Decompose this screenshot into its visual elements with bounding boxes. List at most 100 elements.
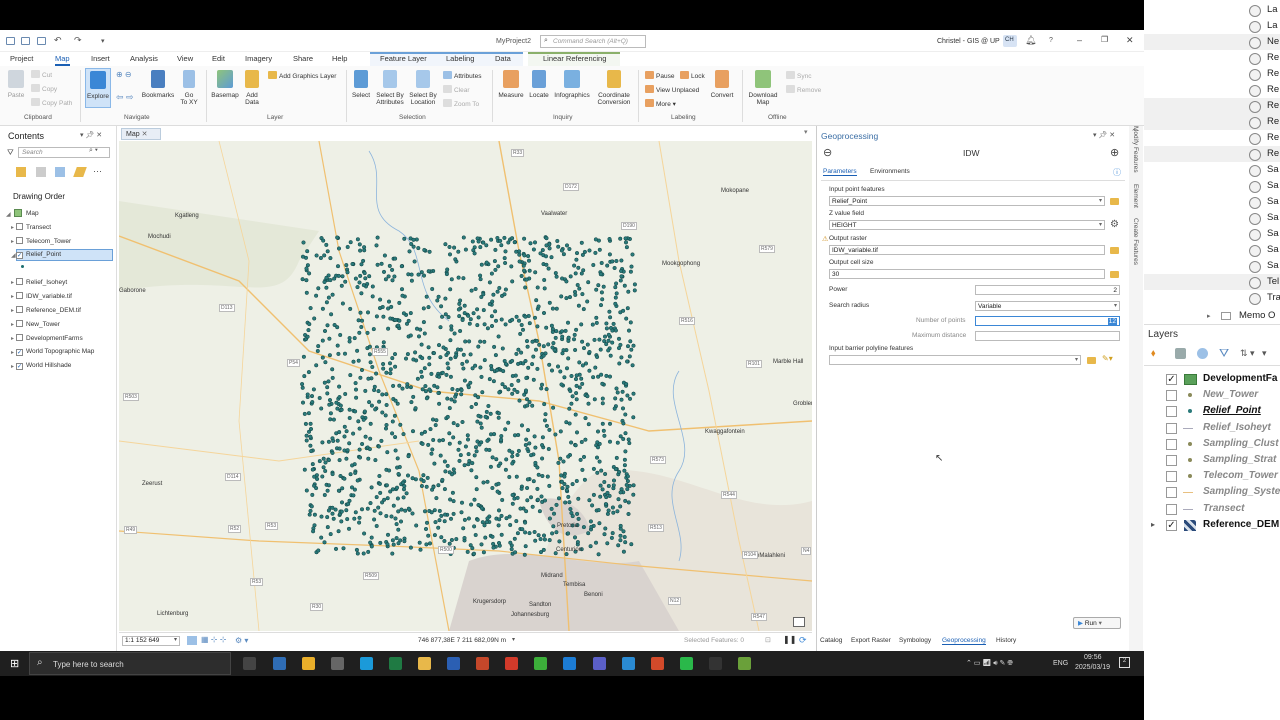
- edit-pencil-icon[interactable]: ✎▾: [1102, 354, 1113, 363]
- catalog-list-item[interactable]: Re: [1249, 100, 1279, 113]
- run-button[interactable]: ▶ Run ▾: [1073, 617, 1121, 629]
- pane-options-icon[interactable]: ▾ 📌︎ ✕: [1093, 131, 1115, 139]
- side-tab[interactable]: Modify Features: [1132, 126, 1139, 173]
- z-value-field-dropdown[interactable]: HEIGHT: [829, 220, 1105, 230]
- basemap-button[interactable]: Basemap: [209, 70, 241, 99]
- layer-name[interactable]: DevelopmentFa: [1203, 373, 1277, 384]
- chevron-right-icon[interactable]: ▸: [11, 293, 14, 300]
- app-red-icon[interactable]: [651, 657, 664, 670]
- whatsapp-icon[interactable]: [680, 657, 693, 670]
- layer-visibility-checkbox[interactable]: ✓: [1166, 374, 1177, 385]
- layer-visibility-checkbox[interactable]: ✓: [16, 362, 23, 370]
- chevron-right-icon[interactable]: ▸: [11, 279, 14, 286]
- filter-icon[interactable]: ⛛: [7, 148, 14, 158]
- layer-name[interactable]: New_Tower: [1203, 389, 1258, 400]
- chrome-icon[interactable]: [302, 657, 315, 670]
- paste-button[interactable]: Paste: [4, 70, 28, 99]
- select-button[interactable]: Select: [350, 70, 372, 99]
- tab-labeling[interactable]: Labeling: [446, 54, 474, 63]
- catalog-list-item[interactable]: Re: [1249, 132, 1279, 145]
- select-by-location-button[interactable]: Select By Location: [407, 70, 439, 106]
- close-icon[interactable]: ✕: [1126, 35, 1134, 46]
- add-data-button[interactable]: Add Data: [240, 70, 264, 106]
- tab-feature-layer[interactable]: Feature Layer: [380, 54, 427, 63]
- help-icon[interactable]: ?: [1049, 37, 1053, 44]
- auto-hide-icon[interactable]: ▾ 📌︎ ✕: [80, 131, 102, 139]
- layer-item[interactable]: ✓ World Topographic Map: [16, 348, 94, 356]
- teams-icon[interactable]: [593, 657, 606, 670]
- snagit-icon[interactable]: [622, 657, 635, 670]
- pause-labels-button[interactable]: Pause: [645, 71, 674, 80]
- chevron-down-icon[interactable]: ◢: [6, 211, 11, 218]
- layer-name[interactable]: Relief_Isoheyt: [1203, 422, 1271, 433]
- tab-map[interactable]: Map: [55, 54, 70, 66]
- field-settings-icon[interactable]: ⚙︎: [1110, 219, 1119, 230]
- side-tab[interactable]: Element: [1132, 184, 1139, 208]
- input-features-dropdown[interactable]: Relief_Point: [829, 196, 1105, 206]
- more-labeling-button[interactable]: More ▾: [645, 99, 676, 108]
- layer-visibility-checkbox[interactable]: [16, 333, 23, 341]
- catalog-list-item[interactable]: Tra: [1249, 292, 1280, 305]
- catalog-list-item[interactable]: Sa: [1249, 164, 1279, 177]
- attributes-button[interactable]: Attributes: [443, 71, 481, 80]
- tab-project[interactable]: Project: [10, 54, 33, 63]
- layer-item[interactable]: Telecom_Tower: [16, 237, 71, 245]
- copy-path-button[interactable]: Copy Path: [31, 98, 72, 107]
- snapping-icon[interactable]: ⚙︎ ▾: [235, 636, 248, 645]
- catalog-list-item[interactable]: Sa: [1249, 244, 1279, 257]
- fixed-scale-icon[interactable]: [187, 636, 197, 645]
- chevron-right-icon[interactable]: ▸: [11, 335, 14, 342]
- lock-labels-button[interactable]: Lock: [680, 71, 705, 80]
- layer-visibility-checkbox[interactable]: [1166, 390, 1177, 402]
- chevron-right-icon[interactable]: ▸: [11, 224, 14, 231]
- file-explorer-icon[interactable]: [418, 657, 431, 670]
- back-icon[interactable]: ⊖: [823, 146, 832, 159]
- user-name[interactable]: Christel - GIS @ UP: [937, 38, 1000, 45]
- copy-button[interactable]: Copy: [31, 84, 57, 93]
- chevron-right-icon[interactable]: ▸: [11, 363, 14, 370]
- zoom-to-button[interactable]: Zoom To: [443, 99, 479, 108]
- obs-icon[interactable]: [709, 657, 722, 670]
- windows-start-icon[interactable]: ⊞: [10, 657, 19, 670]
- tab-insert[interactable]: Insert: [91, 54, 110, 63]
- tab-edit[interactable]: Edit: [212, 54, 225, 63]
- chevron-right-icon[interactable]: ▸: [11, 238, 14, 245]
- layer-item[interactable]: New_Tower: [16, 319, 60, 328]
- chevron-right-icon[interactable]: ▸: [1151, 520, 1155, 529]
- layer-item[interactable]: Relief_Isoheyt: [16, 277, 67, 286]
- catalog-list-item[interactable]: Sa: [1249, 196, 1279, 209]
- tab-analysis[interactable]: Analysis: [130, 54, 158, 63]
- select-by-attributes-button[interactable]: Select By Attributes: [374, 70, 406, 106]
- browse-folder-icon[interactable]: [1087, 357, 1096, 364]
- sort-icon[interactable]: ⇅ ▾: [1240, 348, 1255, 359]
- browse-folder-icon[interactable]: [1110, 198, 1119, 205]
- chevron-down-icon[interactable]: ◢: [11, 252, 16, 259]
- catalog-list-item[interactable]: Sa: [1249, 260, 1279, 273]
- zoom-icon[interactable]: [563, 657, 576, 670]
- overview-icon[interactable]: [793, 617, 805, 627]
- scale-selector[interactable]: 1:1 152 649: [122, 636, 180, 646]
- edge-icon[interactable]: [360, 657, 373, 670]
- catalog-list-item[interactable]: Sa: [1249, 228, 1279, 241]
- clear-button[interactable]: Clear: [443, 85, 470, 94]
- help-icon[interactable]: ⓘ: [1113, 167, 1121, 178]
- catalog-list-item[interactable]: Re: [1249, 52, 1279, 65]
- list-by-editing-icon[interactable]: [73, 167, 87, 177]
- chevron-down-icon[interactable]: ▾: [512, 636, 515, 643]
- map-node[interactable]: Map: [26, 210, 39, 217]
- close-icon[interactable]: ✕: [142, 131, 148, 138]
- tab-data[interactable]: Data: [495, 54, 511, 63]
- layer-visibility-checkbox[interactable]: [1166, 455, 1177, 466]
- command-search-input[interactable]: Command Search (Alt+Q): [540, 35, 646, 48]
- number-of-points-input[interactable]: 12: [975, 316, 1120, 326]
- catalog-list-item[interactable]: Re: [1249, 148, 1279, 161]
- layer-name[interactable]: Reference_DEM: [1203, 519, 1279, 530]
- chevron-right-icon[interactable]: ▸: [11, 307, 14, 314]
- powerpoint-icon[interactable]: [476, 657, 489, 670]
- add-favorite-icon[interactable]: ⊕: [1110, 146, 1119, 159]
- remove-button[interactable]: Remove: [786, 85, 821, 94]
- map-view-tab[interactable]: Map ✕: [121, 128, 161, 140]
- layer-item[interactable]: IDW_variable.tif: [16, 291, 72, 300]
- tab-share[interactable]: Share: [293, 54, 313, 63]
- clock-time[interactable]: 09:56: [1084, 654, 1102, 661]
